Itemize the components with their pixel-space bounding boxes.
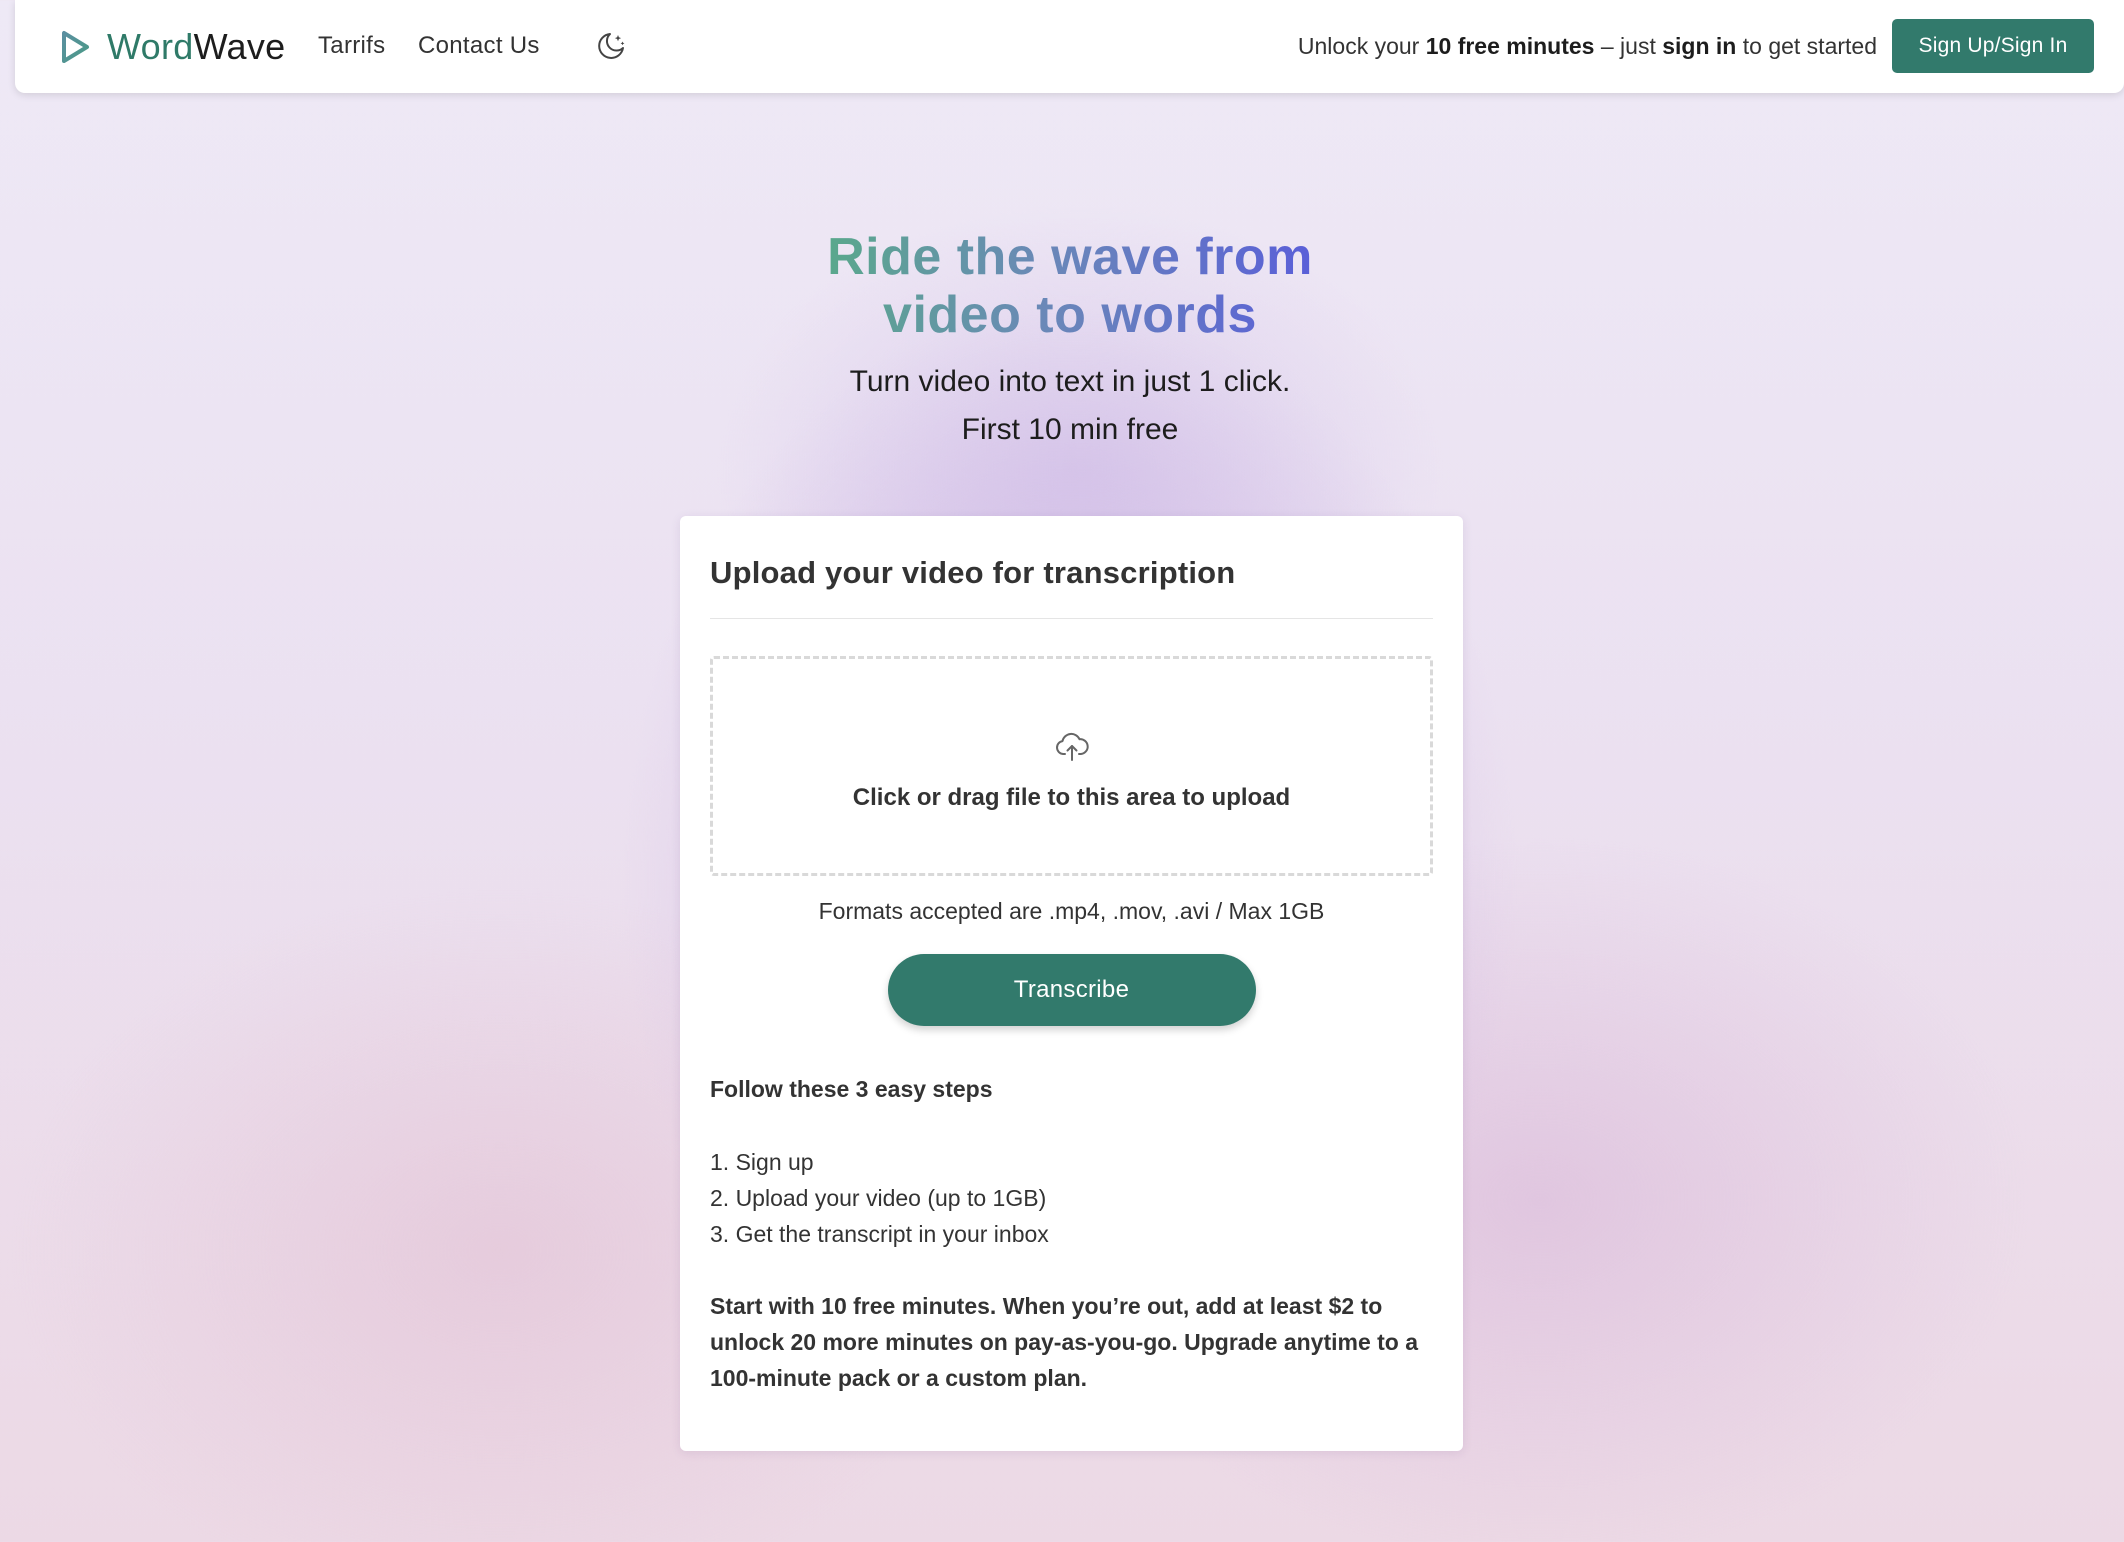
- step-item-2: 2. Upload your video (up to 1GB): [710, 1185, 1047, 1211]
- hero-title-line2: video to words: [883, 286, 1257, 344]
- moon-stars-icon: [598, 33, 625, 59]
- top-navbar: WordWave Tarrifs Contact Us Unlock your …: [15, 0, 2124, 93]
- pricing-note: Start with 10 free minutes. When you’re …: [710, 1293, 1419, 1391]
- brand-logo-link[interactable]: WordWave: [59, 26, 285, 68]
- accepted-formats-text: Formats accepted are .mp4, .mov, .avi / …: [818, 898, 1325, 924]
- upload-card: Upload your video for transcription Clic…: [680, 516, 1463, 1451]
- hero-title: Ride the wave from video to words: [827, 228, 1313, 344]
- theme-toggle-button[interactable]: [593, 28, 629, 64]
- card-title: Upload your video for transcription: [710, 555, 1236, 590]
- step-item-3: 3. Get the transcript in your inbox: [710, 1221, 1049, 1247]
- hero-title-line1: Ride the wave from: [827, 228, 1313, 286]
- steps-list: 1. Sign up 2. Upload your video (up to 1…: [710, 1144, 1433, 1252]
- brand-name: WordWave: [107, 26, 286, 67]
- steps-heading: Follow these 3 easy steps: [710, 1076, 993, 1102]
- cloud-upload-icon: [1055, 732, 1089, 761]
- play-logo-icon: [62, 31, 89, 63]
- hero-subtitle: Turn video into text in just 1 click. Fi…: [0, 358, 2124, 454]
- hero-subtitle-line1: Turn video into text in just 1 click.: [849, 365, 1291, 398]
- transcribe-button[interactable]: Transcribe: [887, 954, 1256, 1026]
- hero-subtitle-line2: First 10 min free: [961, 413, 1179, 446]
- hero-section: Ride the wave from video to words Turn v…: [0, 228, 2124, 454]
- card-divider: [710, 618, 1433, 619]
- transcribe-button-wrap: Transcribe: [710, 954, 1433, 1026]
- nav-link-contact-us[interactable]: Contact Us: [418, 30, 540, 62]
- free-minutes-promo: Unlock your 10 free minutes – just sign …: [1297, 33, 1877, 59]
- step-item-1: 1. Sign up: [710, 1149, 814, 1175]
- nav-link-tarrifs[interactable]: Tarrifs: [318, 30, 385, 62]
- sign-up-sign-in-button[interactable]: Sign Up/Sign In: [1892, 19, 2094, 73]
- dropzone-text: Click or drag file to this area to uploa…: [852, 784, 1291, 811]
- file-upload-dropzone[interactable]: Click or drag file to this area to uploa…: [710, 656, 1433, 876]
